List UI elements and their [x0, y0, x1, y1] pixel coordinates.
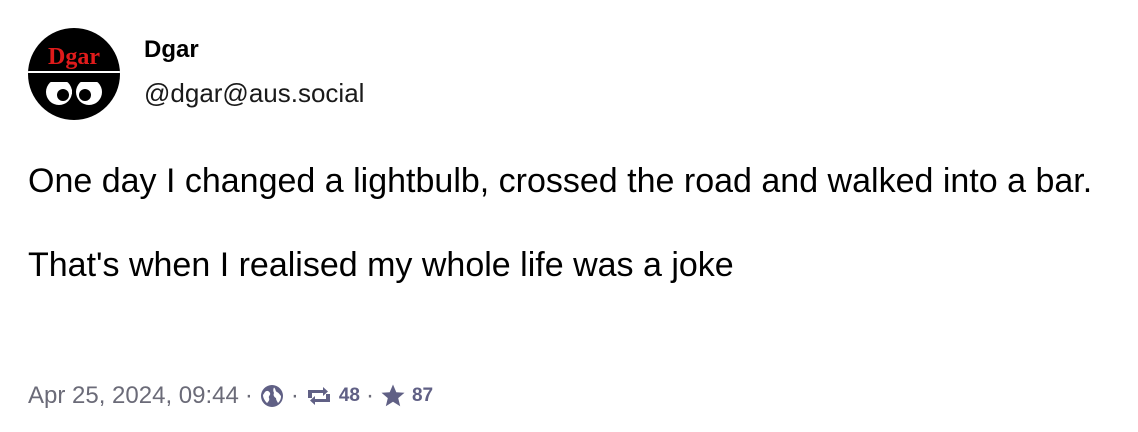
post-meta: Apr 25, 2024, 09:44 · · 48 · 87	[28, 376, 433, 416]
post-timestamp[interactable]: Apr 25, 2024, 09:44	[28, 382, 239, 410]
author-handle[interactable]: @dgar@aus.social	[144, 78, 364, 108]
meta-separator: ·	[365, 382, 374, 409]
star-icon	[380, 383, 406, 409]
post-card: Dgar Dgar @dgar@aus.social One day I cha…	[0, 0, 1138, 432]
meta-separator: ·	[244, 382, 253, 409]
avatar-text: Dgar	[48, 44, 100, 70]
post-header: Dgar Dgar @dgar@aus.social	[28, 28, 364, 120]
favourite-count[interactable]: 87	[380, 383, 433, 409]
meta-separator: ·	[290, 382, 299, 409]
post-paragraph: One day I changed a lightbulb, crossed t…	[28, 162, 1093, 200]
boost-count-value: 48	[338, 385, 360, 406]
globe-icon	[259, 383, 285, 409]
boost-icon	[305, 385, 333, 407]
favourite-count-value: 87	[411, 385, 434, 406]
post-paragraph: That's when I realised my whole life was…	[28, 246, 734, 284]
boost-count[interactable]: 48	[305, 385, 360, 407]
author-display-name[interactable]: Dgar	[144, 36, 364, 64]
author-names: Dgar @dgar@aus.social	[144, 36, 364, 108]
post-content: One day I changed a lightbulb, crossed t…	[28, 160, 1118, 286]
avatar[interactable]: Dgar	[28, 28, 120, 120]
